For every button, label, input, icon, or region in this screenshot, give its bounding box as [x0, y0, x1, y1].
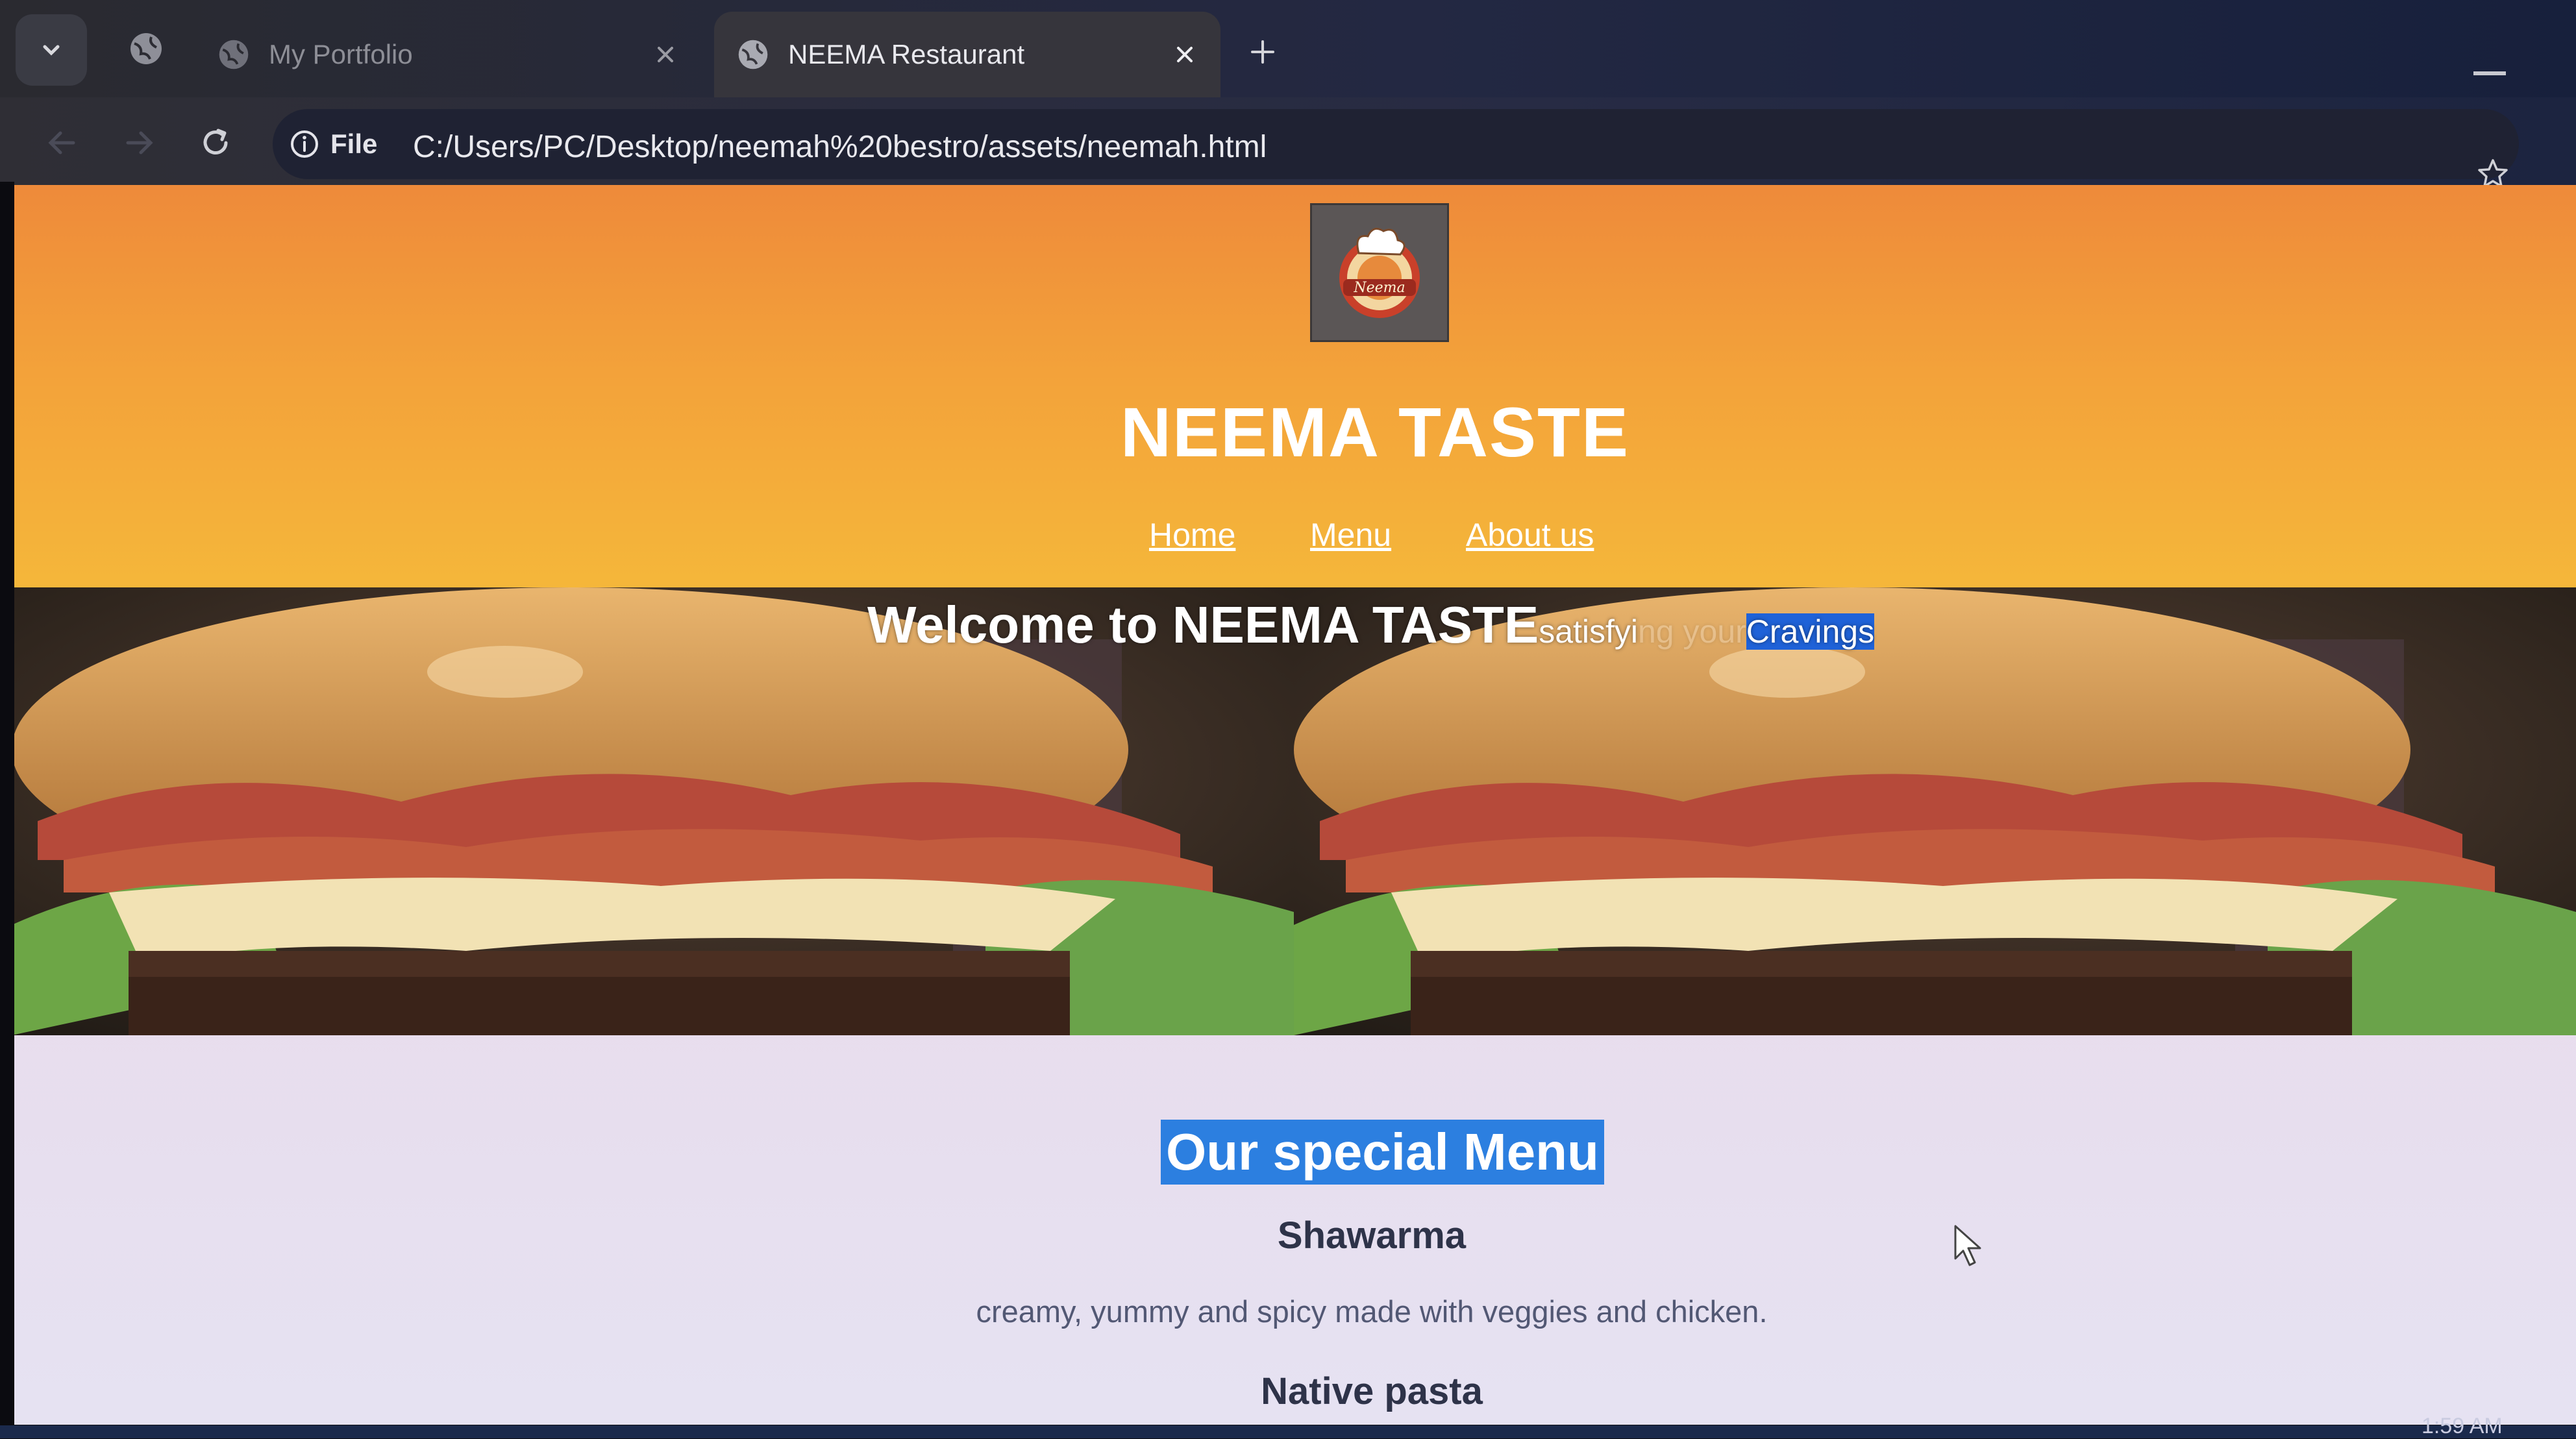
info-icon [291, 130, 318, 158]
url-text[interactable]: C:/Users/PC/Desktop/neemah%20bestro/asse… [413, 121, 1267, 173]
welcome-text: Welcome to NEEMA TASTE [867, 596, 1539, 654]
back-button[interactable] [29, 110, 94, 175]
tagline-start: satisfyi [1539, 613, 1638, 650]
taskbar-clock: 1:59 AM [2421, 1414, 2503, 1438]
logo-text: Neema [1353, 280, 1405, 296]
tab-list-icon [43, 45, 60, 56]
chef-logo-icon: Neema [1339, 227, 1420, 318]
menu-item-name: Native pasta [1261, 1370, 1483, 1412]
pinned-tab[interactable] [117, 19, 175, 78]
tab-neema-restaurant[interactable]: NEEMA Restaurant [714, 12, 1220, 97]
back-icon [48, 131, 75, 154]
taskbar [0, 1425, 2576, 1438]
close-tab-button[interactable] [643, 32, 688, 77]
forward-button[interactable] [107, 110, 172, 175]
close-icon [1177, 47, 1193, 62]
menu-item-name: Shawarma [1277, 1214, 1467, 1257]
tagline-middle: ng your [1638, 613, 1746, 650]
tab-list-button[interactable] [16, 14, 87, 86]
nav-link-home[interactable]: Home [1149, 516, 1235, 554]
new-tab-icon [1251, 40, 1274, 64]
site-info-label: File [330, 129, 378, 159]
site-info-button[interactable]: File [289, 117, 399, 171]
tab-title: NEEMA Restaurant [788, 39, 1025, 69]
mouse-cursor-icon [1954, 1225, 1981, 1266]
special-menu-heading: Our special Menu [1161, 1120, 1604, 1185]
site-title: NEEMA TASTE [1120, 393, 1629, 471]
tab-title: My Portfolio [269, 39, 413, 69]
minimize-button[interactable] [2473, 71, 2506, 75]
restaurant-logo: Neema [1310, 203, 1449, 342]
forward-icon [126, 131, 153, 154]
menu-item-description: creamy, yummy and spicy made with veggie… [976, 1294, 1768, 1329]
globe-icon [219, 40, 249, 69]
web-page: Neema NEEMA TASTE Home Menu About us Wel… [12, 185, 2576, 1425]
new-tab-button[interactable] [1237, 26, 1289, 78]
globe-icon [738, 40, 768, 69]
reload-button[interactable] [183, 110, 248, 175]
close-tab-button[interactable] [1162, 32, 1208, 77]
tab-my-portfolio[interactable]: My Portfolio [195, 12, 701, 97]
tagline-selected: Cravings [1746, 613, 1875, 650]
globe-icon [130, 33, 162, 64]
reload-icon [203, 129, 228, 154]
screen-bezel [0, 182, 14, 1438]
hero-heading: Welcome to NEEMA TASTEsatisfying yourCra… [867, 595, 1875, 655]
nav-link-menu[interactable]: Menu [1310, 516, 1391, 554]
close-icon [658, 47, 673, 62]
nav-link-about-us[interactable]: About us [1466, 516, 1594, 554]
